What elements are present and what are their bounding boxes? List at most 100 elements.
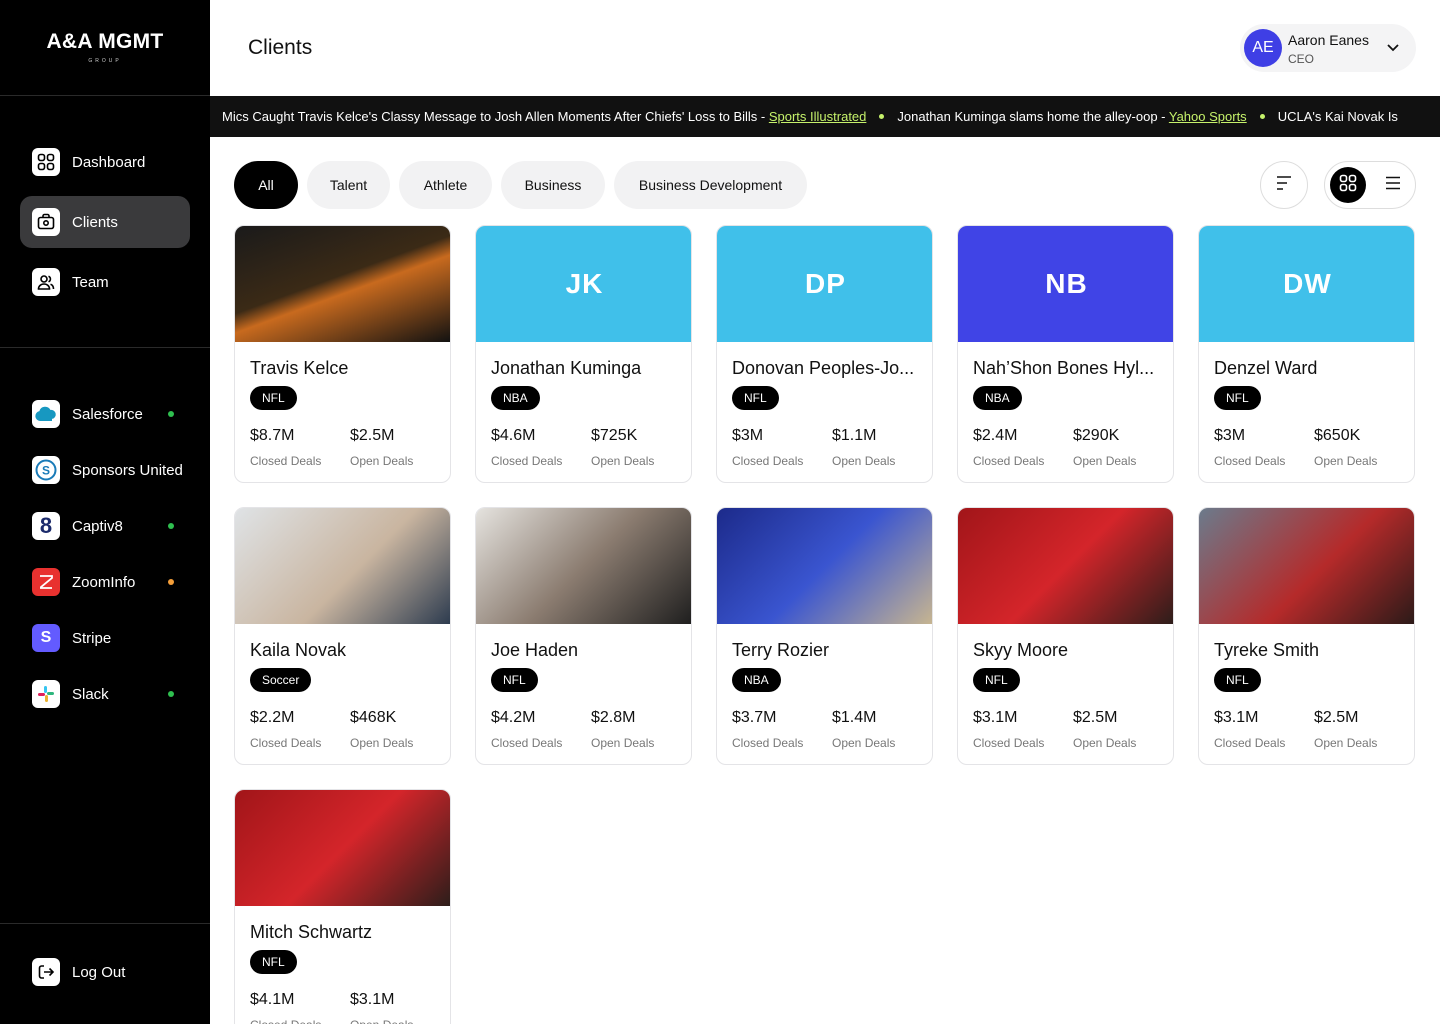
user-name: Aaron Eanes — [1288, 32, 1369, 48]
ticker-source-link[interactable]: Sports Illustrated — [769, 109, 867, 124]
client-name: Joe Haden — [491, 640, 579, 660]
open-deals-label: Open Deals — [1073, 454, 1137, 468]
chevron-down-icon — [1386, 40, 1400, 59]
integration-label: Slack — [72, 685, 109, 703]
integration-zoominfo[interactable]: ZoomInfo — [20, 554, 190, 610]
ticker-headline: Jonathan Kuminga slams home the alley-oo… — [897, 109, 1169, 124]
open-deals-value: $1.4M — [832, 709, 877, 726]
league-badge: NFL — [491, 668, 538, 692]
filter-chip-athlete[interactable]: Athlete — [399, 161, 492, 209]
closed-deals-value: $3.7M — [732, 709, 777, 726]
client-name: Denzel Ward — [1214, 358, 1318, 378]
list-icon — [1385, 176, 1401, 195]
integration-salesforce[interactable]: Salesforce — [20, 386, 190, 442]
closed-deals-label: Closed Deals — [250, 1018, 321, 1024]
client-card[interactable]: Tyreke Smith NFL $3.1M $2.5M Closed Deals Ope… — [1198, 507, 1415, 765]
open-deals-value: $650K — [1314, 427, 1361, 444]
list-view-button[interactable] — [1375, 167, 1411, 203]
client-photo — [958, 508, 1173, 624]
sidebar: A&A MGMT GROUP Dashboard Clients Team Sa… — [0, 0, 210, 1024]
integration-slack[interactable]: Slack — [20, 666, 190, 722]
league-badge: NFL — [973, 668, 1020, 692]
open-deals-label: Open Deals — [350, 454, 414, 468]
client-card[interactable]: Kaila Novak Soccer $2.2M $468K Closed Deals O… — [234, 507, 451, 765]
ticker-item: Mics Caught Travis Kelce's Classy Messag… — [222, 109, 866, 124]
client-name: Donovan Peoples-Jo... — [732, 358, 915, 378]
open-deals-label: Open Deals — [832, 736, 896, 750]
closed-deals-label: Closed Deals — [732, 454, 804, 468]
nav-item-team[interactable]: Team — [20, 256, 190, 308]
client-initials: DW — [1199, 226, 1414, 342]
open-deals-label: Open Deals — [1073, 736, 1137, 750]
brand-logo[interactable]: A&A MGMT GROUP — [0, 0, 210, 96]
filter-chip-business[interactable]: Business — [501, 161, 605, 209]
slack-icon — [32, 680, 60, 708]
ticker-source-link[interactable]: Yahoo Sports — [1169, 109, 1247, 124]
open-deals-label: Open Deals — [591, 736, 655, 750]
integration-label: ZoomInfo — [72, 573, 136, 591]
grid-icon — [1339, 174, 1357, 197]
user-menu[interactable]: AE Aaron Eanes CEO — [1240, 24, 1416, 72]
open-deals-label: Open Deals — [1314, 454, 1378, 468]
open-deals-value: $2.8M — [591, 709, 636, 726]
client-card[interactable]: DP Donovan Peoples-Jo... NFL $3M $1.1M Closed… — [716, 225, 933, 483]
open-deals-value: $3.1M — [350, 991, 395, 1008]
nav-label-dashboard: Dashboard — [72, 153, 146, 171]
client-card[interactable]: Travis Kelce NFL $8.7M $2.5M Closed Deals Ope… — [234, 225, 451, 483]
filter-chip-talent[interactable]: Talent — [307, 161, 390, 209]
status-dot — [168, 579, 174, 585]
client-card[interactable]: Joe Haden NFL $4.2M $2.8M Closed Deals Open D… — [475, 507, 692, 765]
client-card[interactable]: Terry Rozier NBA $3.7M $1.4M Closed Deals Ope… — [716, 507, 933, 765]
league-badge: NBA — [732, 668, 781, 692]
nav-label-clients: Clients — [72, 213, 118, 231]
closed-deals-value: $4.6M — [491, 427, 536, 444]
integration-sponsors-united[interactable]: S Sponsors United — [20, 442, 190, 498]
integration-captiv8[interactable]: 8 Captiv8 — [20, 498, 190, 554]
client-name: Kaila Novak — [250, 640, 347, 660]
status-dot — [168, 523, 174, 529]
closed-deals-value: $2.4M — [973, 427, 1018, 444]
client-photo — [1199, 508, 1414, 624]
page-title: Clients — [248, 36, 313, 59]
logout-button[interactable]: Log Out — [20, 946, 190, 998]
main-nav: Dashboard Clients Team — [20, 136, 190, 316]
closed-deals-value: $4.2M — [491, 709, 536, 726]
view-toggle — [1324, 161, 1416, 209]
logout-section: Log Out — [20, 946, 190, 1006]
top-header: Clients AE Aaron Eanes CEO — [210, 0, 1440, 96]
grid-view-button[interactable] — [1330, 167, 1366, 203]
filter-chip-all[interactable]: All — [234, 161, 298, 209]
sort-button[interactable] — [1260, 161, 1308, 209]
nav-item-dashboard[interactable]: Dashboard — [20, 136, 190, 188]
filter-chip-business-development[interactable]: Business Development — [614, 161, 807, 209]
svg-text:S: S — [42, 464, 50, 478]
closed-deals-label: Closed Deals — [973, 736, 1045, 750]
closed-deals-label: Closed Deals — [973, 454, 1045, 468]
open-deals-value: $2.5M — [1314, 709, 1359, 726]
client-card[interactable]: JK Jonathan Kuminga NBA $4.6M $725K Closed De… — [475, 225, 692, 483]
stripe-icon: S — [32, 624, 60, 652]
closed-deals-value: $3M — [1214, 427, 1246, 444]
league-badge: Soccer — [250, 668, 312, 692]
integration-stripe[interactable]: S Stripe — [20, 610, 190, 666]
avatar: AE — [1244, 29, 1282, 67]
nav-item-clients[interactable]: Clients — [20, 196, 190, 248]
open-deals-value: $290K — [1073, 427, 1120, 444]
client-name: Travis Kelce — [250, 358, 349, 378]
client-card[interactable]: NB Nah’Shon Bones Hyl... NBA $2.4M $290K Clos… — [957, 225, 1174, 483]
client-card[interactable]: Skyy Moore NFL $3.1M $2.5M Closed Deals Open … — [957, 507, 1174, 765]
client-card[interactable]: Mitch Schwartz NFL $4.1M $3.1M Closed Deals O… — [234, 789, 451, 1024]
open-deals-value: $1.1M — [832, 427, 877, 444]
integration-label: Sponsors United — [72, 461, 183, 479]
status-dot — [168, 691, 174, 697]
captiv8-icon: 8 — [32, 512, 60, 540]
league-badge: NFL — [1214, 386, 1261, 410]
news-ticker: Mics Caught Travis Kelce's Classy Messag… — [210, 96, 1440, 137]
salesforce-icon — [32, 400, 60, 428]
client-photo — [476, 508, 691, 624]
client-card[interactable]: DW Denzel Ward NFL $3M $650K Closed Deals Open… — [1198, 225, 1415, 483]
ticker-item: UCLA's Kai Novak Is — [1278, 109, 1398, 124]
ticker-headline: Mics Caught Travis Kelce's Classy Messag… — [222, 109, 769, 124]
closed-deals-label: Closed Deals — [1214, 454, 1286, 468]
closed-deals-value: $4.1M — [250, 991, 295, 1008]
